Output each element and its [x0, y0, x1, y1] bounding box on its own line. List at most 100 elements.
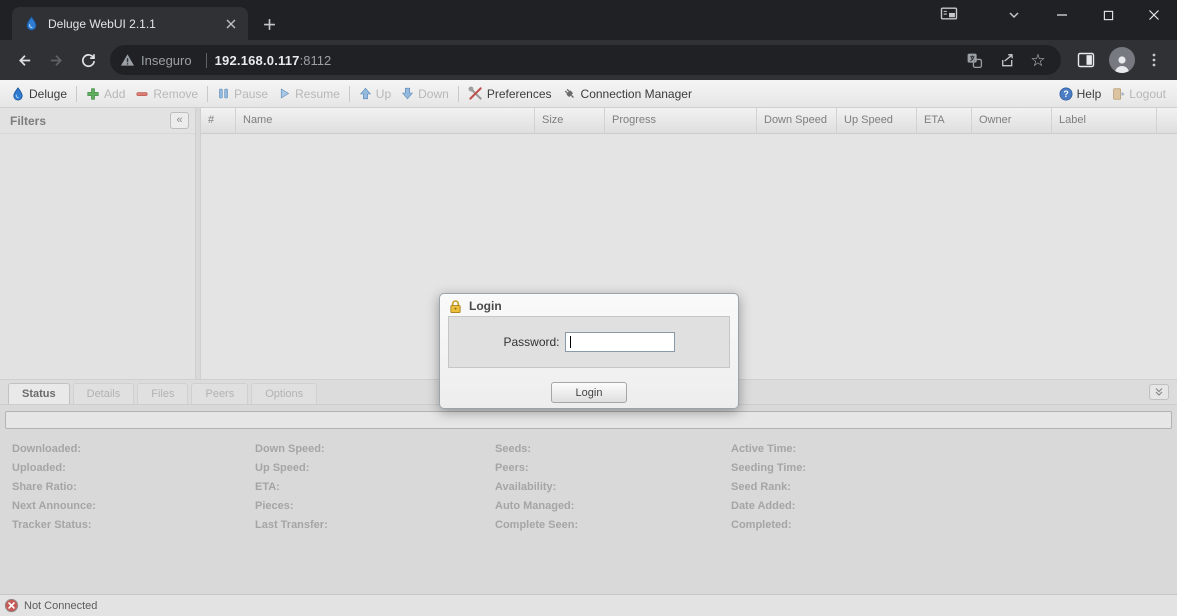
not-secure-warning-icon[interactable]	[120, 53, 135, 67]
translate-icon[interactable]	[961, 47, 987, 73]
login-dialog-body: Password:	[448, 316, 730, 368]
password-label: Password:	[503, 335, 559, 349]
status-column-4: Active Time: Seeding Time: Seed Rank: Da…	[731, 440, 1177, 535]
login-dialog: Login Password: Login	[439, 293, 739, 409]
torrent-grid-header: # Name Size Progress Down Speed Up Speed…	[201, 108, 1177, 134]
field-completed: Completed:	[731, 516, 1177, 535]
add-torrent-button[interactable]: Add	[81, 82, 130, 106]
filters-panel: Filters «	[0, 108, 195, 379]
remove-minus-icon	[135, 87, 149, 101]
tab-files[interactable]: Files	[137, 383, 188, 404]
maximize-button[interactable]	[1085, 0, 1131, 30]
connection-status-text[interactable]: Not Connected	[24, 600, 97, 612]
url-host: 192.168.0.117	[215, 53, 300, 68]
field-peers: Peers:	[495, 459, 731, 478]
toolbar-separator	[207, 86, 208, 102]
window-controls	[1039, 0, 1177, 30]
column-header-number[interactable]: #	[201, 108, 236, 133]
toolbar-separator	[458, 86, 459, 102]
tab-status[interactable]: Status	[8, 383, 70, 404]
field-last-transfer: Last Transfer:	[255, 516, 495, 535]
column-header-eta[interactable]: ETA	[917, 108, 972, 133]
queue-down-button[interactable]: Down	[396, 82, 454, 106]
bookmark-star-icon[interactable]: ☆	[1025, 47, 1051, 73]
browser-menu-dots-icon[interactable]	[1141, 47, 1167, 73]
omnibox-divider	[206, 53, 207, 68]
picture-in-picture-icon[interactable]	[934, 2, 964, 24]
back-button[interactable]	[9, 45, 39, 75]
tab-peers[interactable]: Peers	[191, 383, 248, 404]
tab-close-icon[interactable]	[222, 15, 240, 33]
collapse-filters-button[interactable]: «	[170, 112, 189, 129]
column-header-up-speed[interactable]: Up Speed	[837, 108, 917, 133]
new-tab-button[interactable]	[256, 11, 282, 37]
field-downloaded: Downloaded:	[12, 440, 255, 459]
security-label: Inseguro	[141, 53, 192, 68]
tab-options[interactable]: Options	[251, 383, 317, 404]
field-seeding-time: Seeding Time:	[731, 459, 1177, 478]
toolbar-separator	[349, 86, 350, 102]
tab-title: Deluge WebUI 2.1.1	[48, 17, 222, 31]
field-share-ratio: Share Ratio:	[12, 478, 255, 497]
browser-chrome: Deluge WebUI 2.1.1	[0, 0, 1177, 80]
help-button[interactable]: ? Help	[1054, 82, 1107, 106]
column-header-filler	[1157, 108, 1177, 133]
status-column-1: Downloaded: Uploaded: Share Ratio: Next …	[12, 440, 255, 535]
preferences-tools-icon	[468, 86, 483, 101]
reload-button[interactable]	[73, 45, 103, 75]
login-dialog-footer: Login	[440, 382, 738, 403]
column-header-down-speed[interactable]: Down Speed	[757, 108, 837, 133]
minimize-button[interactable]	[1039, 0, 1085, 30]
field-up-speed: Up Speed:	[255, 459, 495, 478]
column-header-label[interactable]: Label	[1052, 108, 1157, 133]
preferences-button[interactable]: Preferences	[463, 82, 557, 106]
column-header-owner[interactable]: Owner	[972, 108, 1052, 133]
side-panel-icon[interactable]	[1071, 45, 1101, 75]
url-port: :8112	[300, 53, 332, 68]
resume-button[interactable]: Resume	[273, 82, 345, 106]
field-next-announce: Next Announce:	[12, 497, 255, 516]
connection-manager-button[interactable]: Connection Manager	[557, 82, 697, 106]
deluge-toolbar: Deluge Add Remove Pause Resume Up	[0, 80, 1177, 108]
pause-button[interactable]: Pause	[212, 82, 273, 106]
status-tab-panel: Downloaded: Uploaded: Share Ratio: Next …	[0, 404, 1177, 594]
share-icon[interactable]	[993, 47, 1019, 73]
pause-icon	[217, 87, 230, 100]
address-omnibox[interactable]: Inseguro 192.168.0.117 :8112 ☆	[110, 45, 1061, 75]
status-column-2: Down Speed: Up Speed: ETA: Pieces: Last …	[255, 440, 495, 535]
field-tracker-status: Tracker Status:	[12, 516, 255, 535]
status-column-3: Seeds: Peers: Availability: Auto Managed…	[495, 440, 731, 535]
help-icon: ?	[1059, 87, 1073, 101]
deluge-favicon-drop-icon	[24, 16, 39, 31]
login-dialog-title: Login	[469, 299, 502, 313]
collapse-details-button[interactable]	[1149, 384, 1169, 400]
add-plus-icon	[86, 87, 100, 101]
tab-details[interactable]: Details	[73, 383, 135, 404]
column-header-name[interactable]: Name	[236, 108, 535, 133]
profile-avatar[interactable]	[1109, 47, 1135, 73]
status-fields-grid: Downloaded: Uploaded: Share Ratio: Next …	[0, 429, 1177, 535]
deluge-home-button[interactable]: Deluge	[6, 82, 72, 106]
column-header-size[interactable]: Size	[535, 108, 605, 133]
toolbar-separator	[76, 86, 77, 102]
arrow-up-icon	[359, 87, 372, 100]
login-dialog-header[interactable]: Login	[440, 294, 738, 316]
field-auto-managed: Auto Managed:	[495, 497, 731, 516]
password-input[interactable]	[565, 332, 675, 352]
password-field-wrap	[565, 332, 675, 352]
lock-icon	[448, 299, 463, 314]
field-uploaded: Uploaded:	[12, 459, 255, 478]
queue-up-button[interactable]: Up	[354, 82, 396, 106]
field-seeds: Seeds:	[495, 440, 731, 459]
tab-search-chevron-icon[interactable]	[1001, 4, 1027, 26]
logout-button[interactable]: Logout	[1106, 82, 1171, 106]
deluge-statusbar: Not Connected	[0, 594, 1177, 616]
close-window-button[interactable]	[1131, 0, 1177, 30]
field-down-speed: Down Speed:	[255, 440, 495, 459]
column-header-progress[interactable]: Progress	[605, 108, 757, 133]
login-submit-button[interactable]: Login	[551, 382, 627, 403]
browser-tab[interactable]: Deluge WebUI 2.1.1	[12, 7, 248, 40]
browser-tabstrip: Deluge WebUI 2.1.1	[0, 0, 1177, 40]
forward-button[interactable]	[41, 45, 71, 75]
remove-torrent-button[interactable]: Remove	[130, 82, 203, 106]
